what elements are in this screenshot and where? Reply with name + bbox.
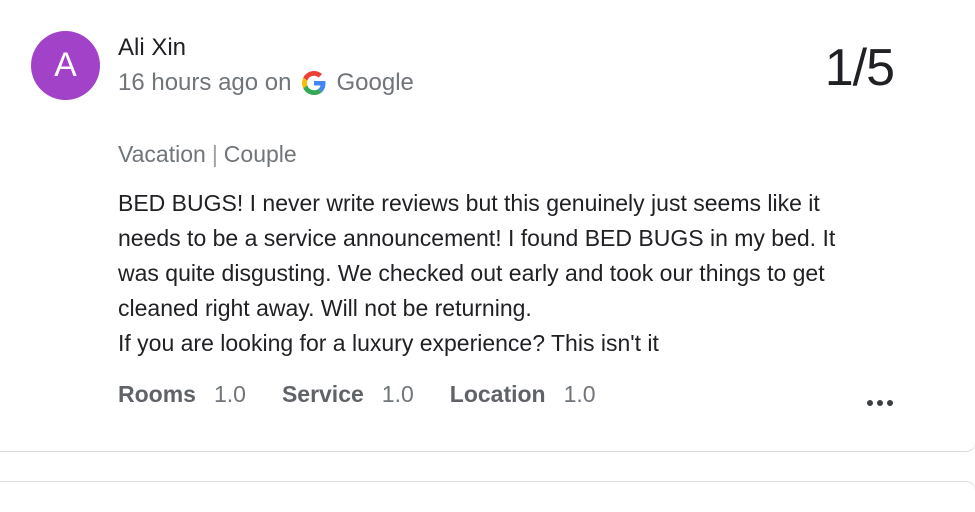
next-review-card [0,481,975,512]
review-score: 1/5 [824,39,895,97]
rating-value: 1.0 [381,381,414,407]
reviewer-name[interactable]: Ali Xin [118,34,186,62]
trip-info: Vacation | Couple [118,139,297,169]
subratings: Rooms 1.0 Service 1.0 Location 1.0 [118,379,632,409]
rating-rooms: Rooms 1.0 [118,379,246,409]
rating-service: Service 1.0 [282,379,414,409]
more-options-button[interactable] [861,390,899,416]
rating-label: Service [281,381,364,407]
trip-type: Vacation [118,141,206,167]
google-g-icon [302,71,326,95]
review-meta: 16 hours ago on Google [118,68,414,98]
traveler-type: Couple [223,141,297,167]
avatar[interactable]: A [31,31,100,100]
rating-label: Rooms [118,381,196,407]
avatar-letter: A [54,46,77,84]
rating-value: 1.0 [213,381,246,407]
more-horizontal-icon [865,400,895,406]
review-time: 16 hours ago on [118,69,292,96]
review-text: BED BUGS! I never write reviews but this… [118,190,836,356]
review-card: A Ali Xin 16 hours ago on Google 1/5 Vac… [0,0,975,452]
review-source: Google [336,69,414,96]
rating-value: 1.0 [563,381,596,407]
rating-location: Location 1.0 [450,379,596,409]
trip-separator: | [211,141,218,167]
rating-label: Location [449,381,546,407]
